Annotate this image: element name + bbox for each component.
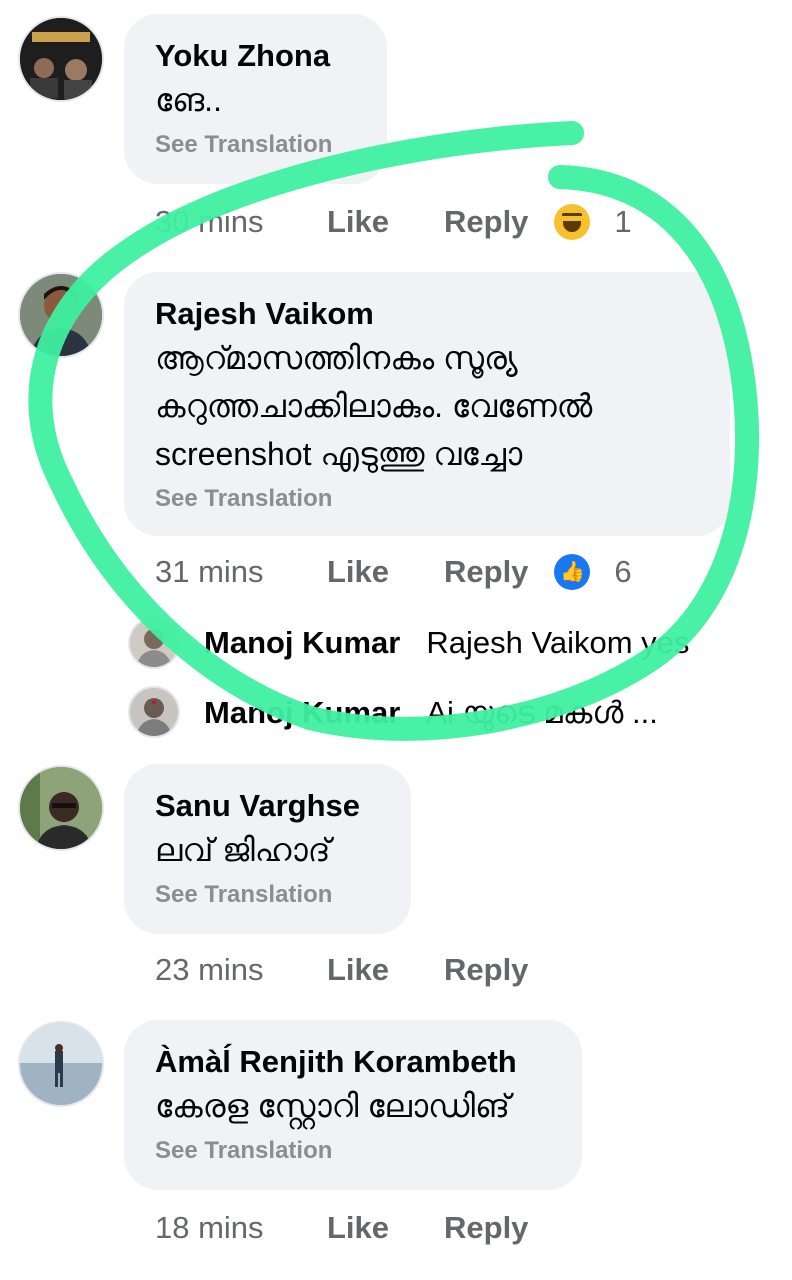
like-button[interactable]: Like bbox=[327, 204, 444, 240]
reply-text: Rajesh Vaikom yes bbox=[426, 625, 690, 660]
comment-actions: 23 mins Like Reply bbox=[155, 948, 528, 992]
comment-text-line: കറുത്തചാക്കിലാകും. വേണേൽ bbox=[155, 388, 593, 424]
like-button[interactable]: Like bbox=[327, 1210, 444, 1246]
reply-avatar[interactable] bbox=[128, 686, 180, 738]
comment-author[interactable]: Yoku Zhona bbox=[155, 36, 357, 76]
comment-time[interactable]: 18 mins bbox=[155, 1210, 327, 1246]
comment-author[interactable]: Àmàĺ Renjith Korambeth bbox=[155, 1042, 552, 1082]
haha-emoji-icon bbox=[554, 204, 591, 240]
comment-actions: 31 mins Like Reply 👍 6 bbox=[155, 550, 632, 594]
comment-text-line: screenshot എടുത്തു വച്ചോ bbox=[155, 436, 523, 472]
comment-actions: 18 mins Like Reply bbox=[155, 1206, 528, 1250]
comment-author[interactable]: Sanu Varghse bbox=[155, 786, 381, 826]
avatar-image bbox=[130, 619, 178, 667]
comment-text: ങേ.. bbox=[155, 82, 222, 118]
comment-bubble: Yoku Zhona ങേ.. See Translation bbox=[124, 14, 387, 184]
comment-time[interactable]: 31 mins bbox=[155, 554, 327, 590]
avatar-amal-renjith-korambeth[interactable] bbox=[18, 1021, 104, 1107]
reply-button[interactable]: Reply bbox=[444, 204, 528, 240]
reply-button[interactable]: Reply bbox=[444, 952, 528, 988]
reply-avatar[interactable] bbox=[128, 617, 180, 669]
reply-preview[interactable]: Manoj Kumar Rajesh Vaikom yes bbox=[204, 622, 689, 664]
see-translation-link[interactable]: See Translation bbox=[155, 482, 700, 516]
reply-button[interactable]: Reply bbox=[444, 554, 528, 590]
reply-author[interactable]: Manoj Kumar bbox=[204, 625, 400, 661]
comment-bubble: Sanu Varghse ലവ് ജിഹാദ് See Translation bbox=[124, 764, 411, 934]
reply-author[interactable]: Manoj Kumar bbox=[204, 695, 400, 731]
comment-time[interactable]: 30 mins bbox=[155, 204, 327, 240]
see-translation-link[interactable]: See Translation bbox=[155, 128, 357, 162]
see-translation-link[interactable]: See Translation bbox=[155, 878, 381, 912]
like-reaction-icon: 👍 bbox=[554, 554, 591, 590]
comment-bubble: Àmàĺ Renjith Korambeth കേരള സ്റ്റോറി ലോഡ… bbox=[124, 1020, 582, 1190]
reply-text: Ai യുടെ മകൾ ... bbox=[426, 694, 658, 730]
comment-text-line: ആറ്മാസത്തിനകം സൂര്യ bbox=[155, 340, 518, 376]
like-button[interactable]: Like bbox=[327, 952, 444, 988]
see-translation-link[interactable]: See Translation bbox=[155, 1134, 552, 1168]
reaction-summary[interactable]: 👍 6 bbox=[554, 554, 632, 590]
comment-time[interactable]: 23 mins bbox=[155, 952, 327, 988]
avatar-image bbox=[20, 18, 102, 100]
avatar-image bbox=[130, 688, 178, 736]
comment-text: ലവ് ജിഹാദ് bbox=[155, 832, 331, 868]
reaction-count: 1 bbox=[614, 204, 632, 239]
comment-bubble: Rajesh Vaikom ആറ്മാസത്തിനകം സൂര്യ കറുത്ത… bbox=[124, 272, 730, 536]
like-button[interactable]: Like bbox=[327, 554, 444, 590]
avatar-image bbox=[20, 767, 102, 849]
reply-button[interactable]: Reply bbox=[444, 1210, 528, 1246]
comment-author[interactable]: Rajesh Vaikom bbox=[155, 294, 700, 334]
avatar-yoku-zhona[interactable] bbox=[18, 16, 104, 102]
avatar-sanu-varghse[interactable] bbox=[18, 765, 104, 851]
avatar-image bbox=[20, 1023, 102, 1105]
reaction-summary[interactable]: 1 bbox=[554, 204, 632, 240]
reply-preview[interactable]: Manoj Kumar Ai യുടെ മകൾ ... bbox=[204, 692, 658, 734]
comment-actions: 30 mins Like Reply 1 bbox=[155, 200, 632, 244]
comment-text: കേരള സ്റ്റോറി ലോഡിങ് bbox=[155, 1088, 510, 1124]
reaction-count: 6 bbox=[614, 554, 632, 589]
avatar-image bbox=[20, 274, 102, 356]
avatar-rajesh-vaikom[interactable] bbox=[18, 272, 104, 358]
